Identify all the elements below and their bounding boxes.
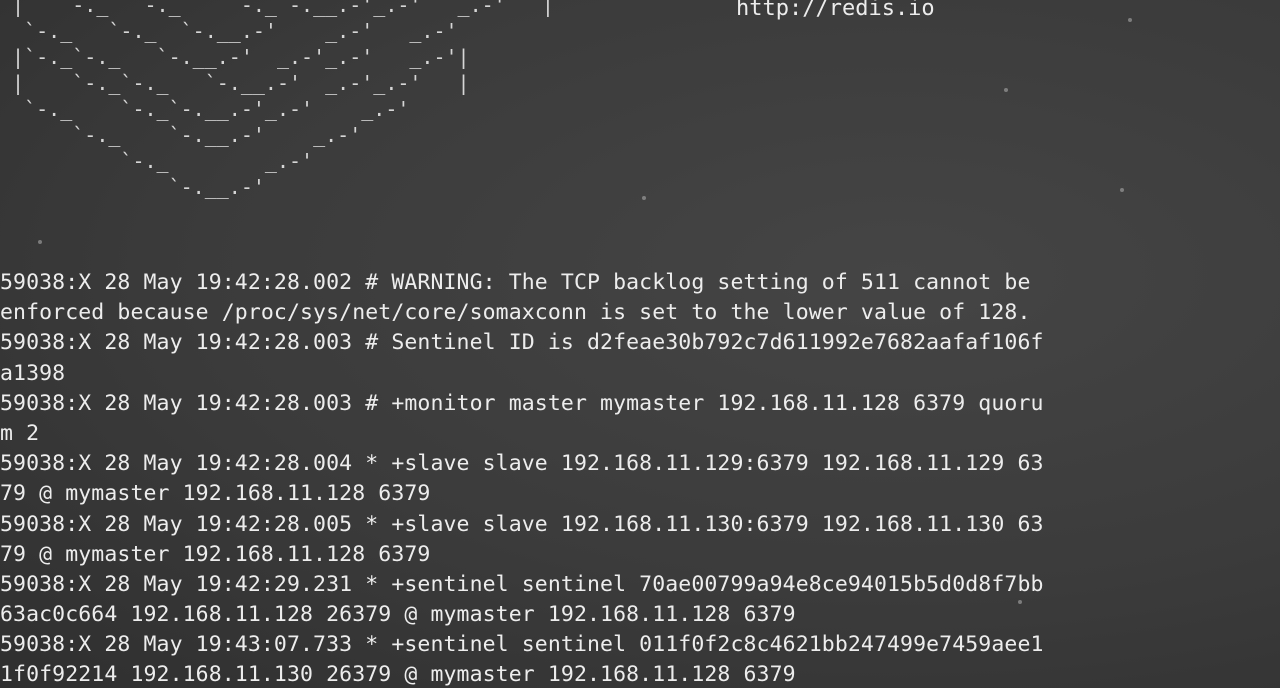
log-line: 79 @ mymaster 192.168.11.128 6379 [0,481,431,507]
redis-ascii-logo: | `-._ `-._ `-._`-.__.-'_.-' _.-' | `-._… [0,0,554,200]
ascii-line: `-.__.-' [0,175,265,199]
terminal-window[interactable]: | `-._ `-._ `-._`-.__.-'_.-' _.-' | `-._… [0,0,1280,688]
log-line: 59038:X 28 May 19:42:28.003 # +monitor m… [0,390,1044,416]
log-line: 63ac0c664 192.168.11.128 26379 @ mymaste… [0,602,796,628]
screen-speck [1128,18,1132,22]
log-line: 79 @ mymaster 192.168.11.128 6379 [0,541,431,567]
log-line: 59038:X 28 May 19:42:28.003 # Sentinel I… [0,330,1044,356]
log-line: 59038:X 28 May 19:42:28.002 # WARNING: T… [0,270,1031,295]
screen-speck [642,196,646,200]
redis-url: http://redis.io [736,0,935,21]
ascii-line: |`-._`-._ `-.__.-' _.-'_.-' _.-'| [0,45,470,69]
ascii-line: `-._ `-.__.-' _.-' [0,123,362,147]
ascii-line: | `-._ `-._ `-._`-.__.-'_.-' _.-' | [0,0,554,17]
log-line: 1f0f92214 192.168.11.130 26379 @ mymaste… [0,662,796,688]
log-line: enforced because /proc/sys/net/core/soma… [0,300,1031,326]
log-line: 59038:X 28 May 19:42:28.005 * +slave sla… [0,511,1044,537]
log-line: 59038:X 28 May 19:43:07.733 * +sentinel … [0,632,1044,658]
ascii-line: `-._ `-._ `-.__.-' _.-' _.-' [0,19,458,43]
log-line: a1398 [0,360,66,386]
screen-speck [1120,188,1124,192]
log-line: 59038:X 28 May 19:42:29.231 * +sentinel … [0,571,1044,597]
log-line: m 2 [0,420,40,446]
screen-speck [1004,88,1008,92]
screen-speck [1018,600,1022,604]
ascii-line: `-._ `-._`-.__.-'_.-' _.-' [0,97,410,121]
screen-speck [38,240,42,244]
log-line: 59038:X 28 May 19:42:28.004 * +slave sla… [0,451,1044,477]
sentinel-log-output: 59038:X 28 May 19:42:28.002 # WARNING: T… [0,268,1280,688]
ascii-line: `-._ _.-' [0,149,314,173]
ascii-line: | `-._`-._ `-.__.-' _.-'_.-' | [0,71,470,95]
